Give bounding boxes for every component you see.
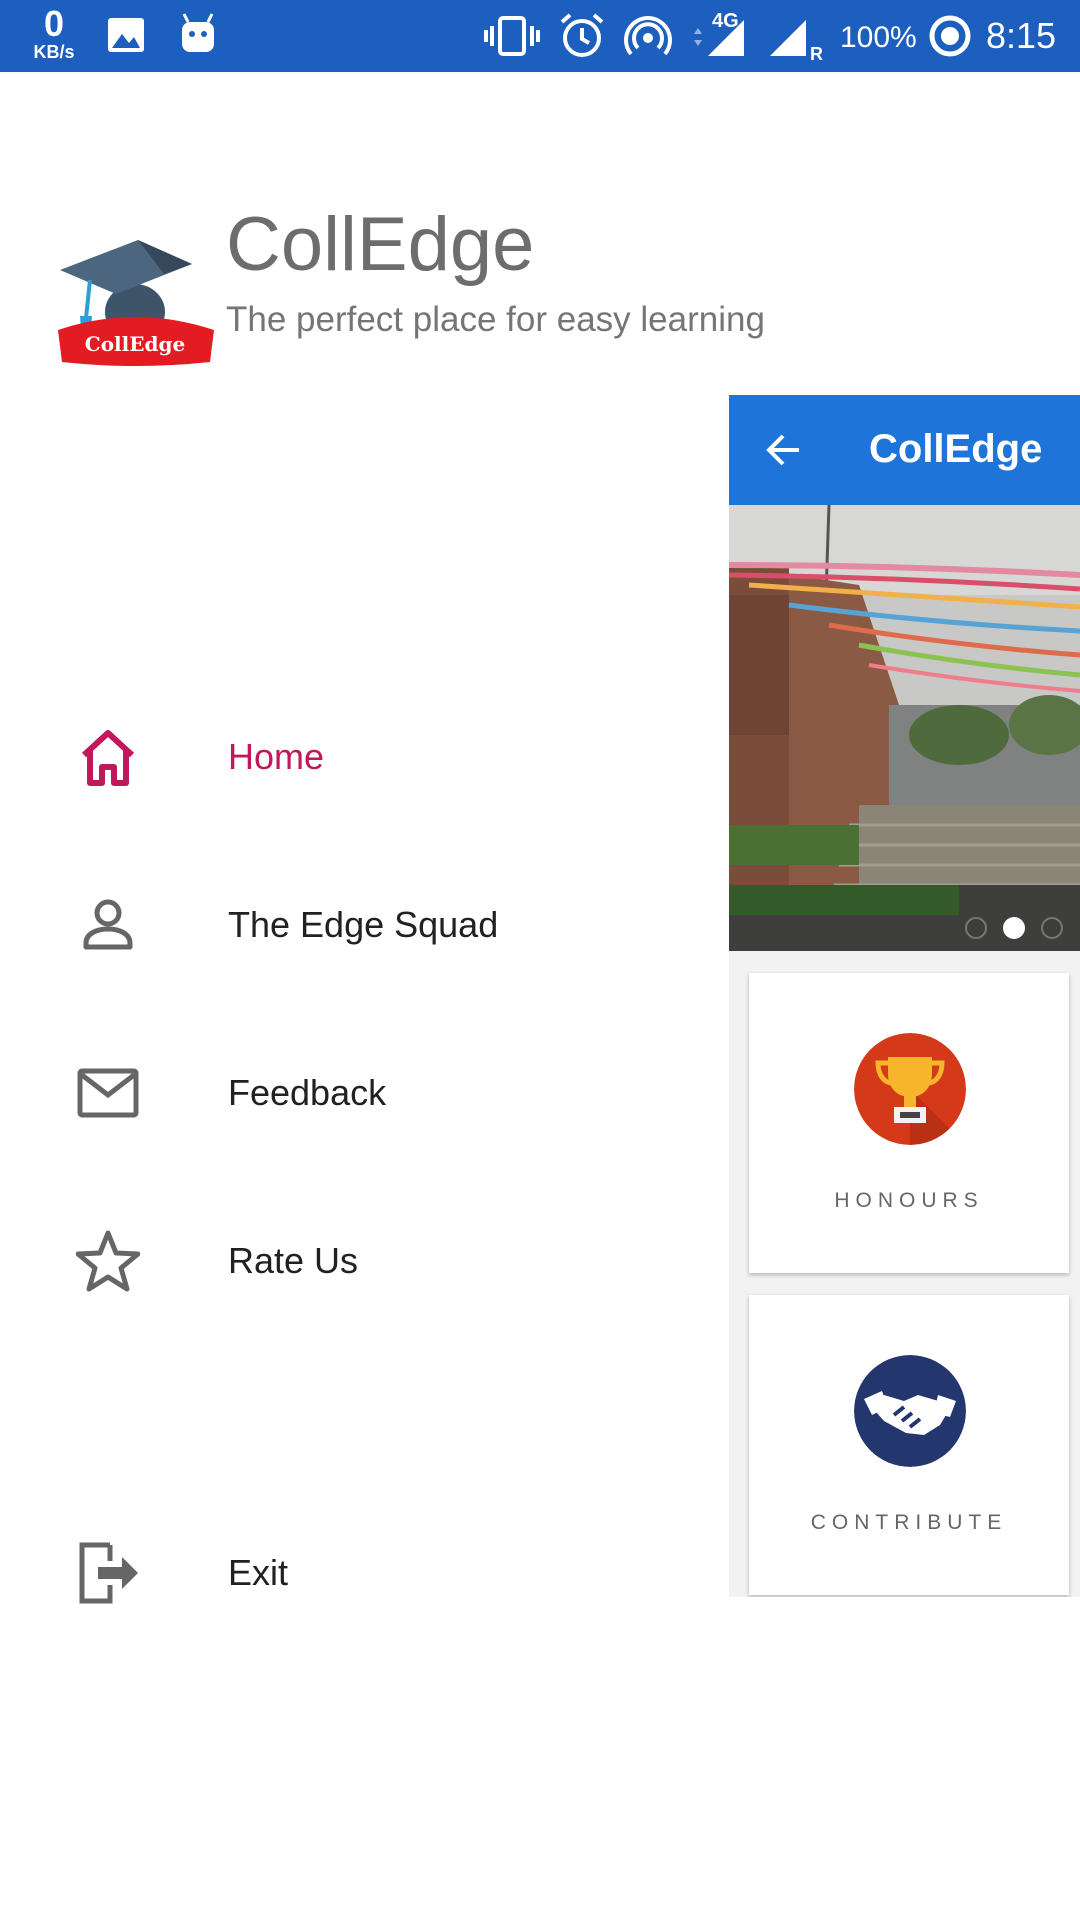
vibrate-icon [484, 16, 540, 56]
menu-label-feedback: Feedback [228, 1072, 387, 1113]
menu-item-rate-us[interactable]: Rate Us [0, 1196, 720, 1326]
hotspot-icon [624, 16, 672, 56]
menu-item-exit[interactable]: Exit [0, 1508, 720, 1638]
person-icon [83, 899, 133, 950]
menu-label-home: Home [228, 736, 325, 777]
battery-percent: 100% [840, 21, 917, 54]
exit-icon [79, 1542, 138, 1604]
menu-item-home[interactable]: Home [0, 692, 720, 822]
main-screen-peek: CollEdge HONOURS CONTRIBUTE [729, 395, 1080, 1597]
network-speed-value: 0 [43, 3, 65, 44]
menu-label-edge-squad: The Edge Squad [228, 904, 499, 945]
mail-icon [77, 1068, 139, 1118]
app-title: CollEdge [226, 202, 535, 287]
toolbar-title: CollEdge [869, 427, 1043, 471]
toolbar: CollEdge [729, 395, 1080, 505]
honours-card[interactable]: HONOURS [749, 973, 1069, 1273]
gallery-icon [108, 18, 144, 52]
campus-banner-carousel[interactable] [729, 505, 1080, 951]
menu-item-edge-squad[interactable]: The Edge Squad [0, 860, 720, 990]
menu-label-exit: Exit [228, 1552, 289, 1593]
network-speed: 0 KB/s [24, 3, 84, 63]
star-icon [76, 1230, 140, 1292]
colledge-logo: CollEdge [58, 240, 214, 366]
carousel-dot[interactable] [1041, 917, 1063, 939]
carousel-dot-active[interactable] [1003, 917, 1025, 939]
roaming-indicator: R [810, 44, 823, 64]
drawer-header: CollEdge CollEdge The perfect place for … [0, 72, 1080, 372]
logo-text: CollEdge [85, 332, 185, 356]
carousel-dot[interactable] [965, 917, 987, 939]
network-speed-unit: KB/s [33, 42, 75, 62]
handshake-icon [854, 1355, 966, 1467]
honours-label: HONOURS [834, 1189, 984, 1212]
back-arrow-icon[interactable] [765, 431, 803, 469]
status-bar: 0 KB/s 4G R 100% 8:15 [0, 0, 1080, 72]
trophy-icon [854, 1033, 966, 1145]
campus-photo [729, 505, 1080, 951]
menu-item-feedback[interactable]: Feedback [0, 1028, 720, 1158]
home-icon [81, 730, 135, 786]
battery-saver-icon [929, 15, 971, 57]
app-subtitle: The perfect place for easy learning [226, 300, 765, 339]
alarm-icon [560, 13, 604, 57]
contribute-label: CONTRIBUTE [810, 1511, 1008, 1534]
clock: 8:15 [986, 15, 1057, 56]
signal-icon [694, 20, 806, 56]
contribute-card[interactable]: CONTRIBUTE [749, 1295, 1069, 1595]
android-icon [182, 13, 214, 52]
menu-label-rate-us: Rate Us [228, 1240, 359, 1281]
